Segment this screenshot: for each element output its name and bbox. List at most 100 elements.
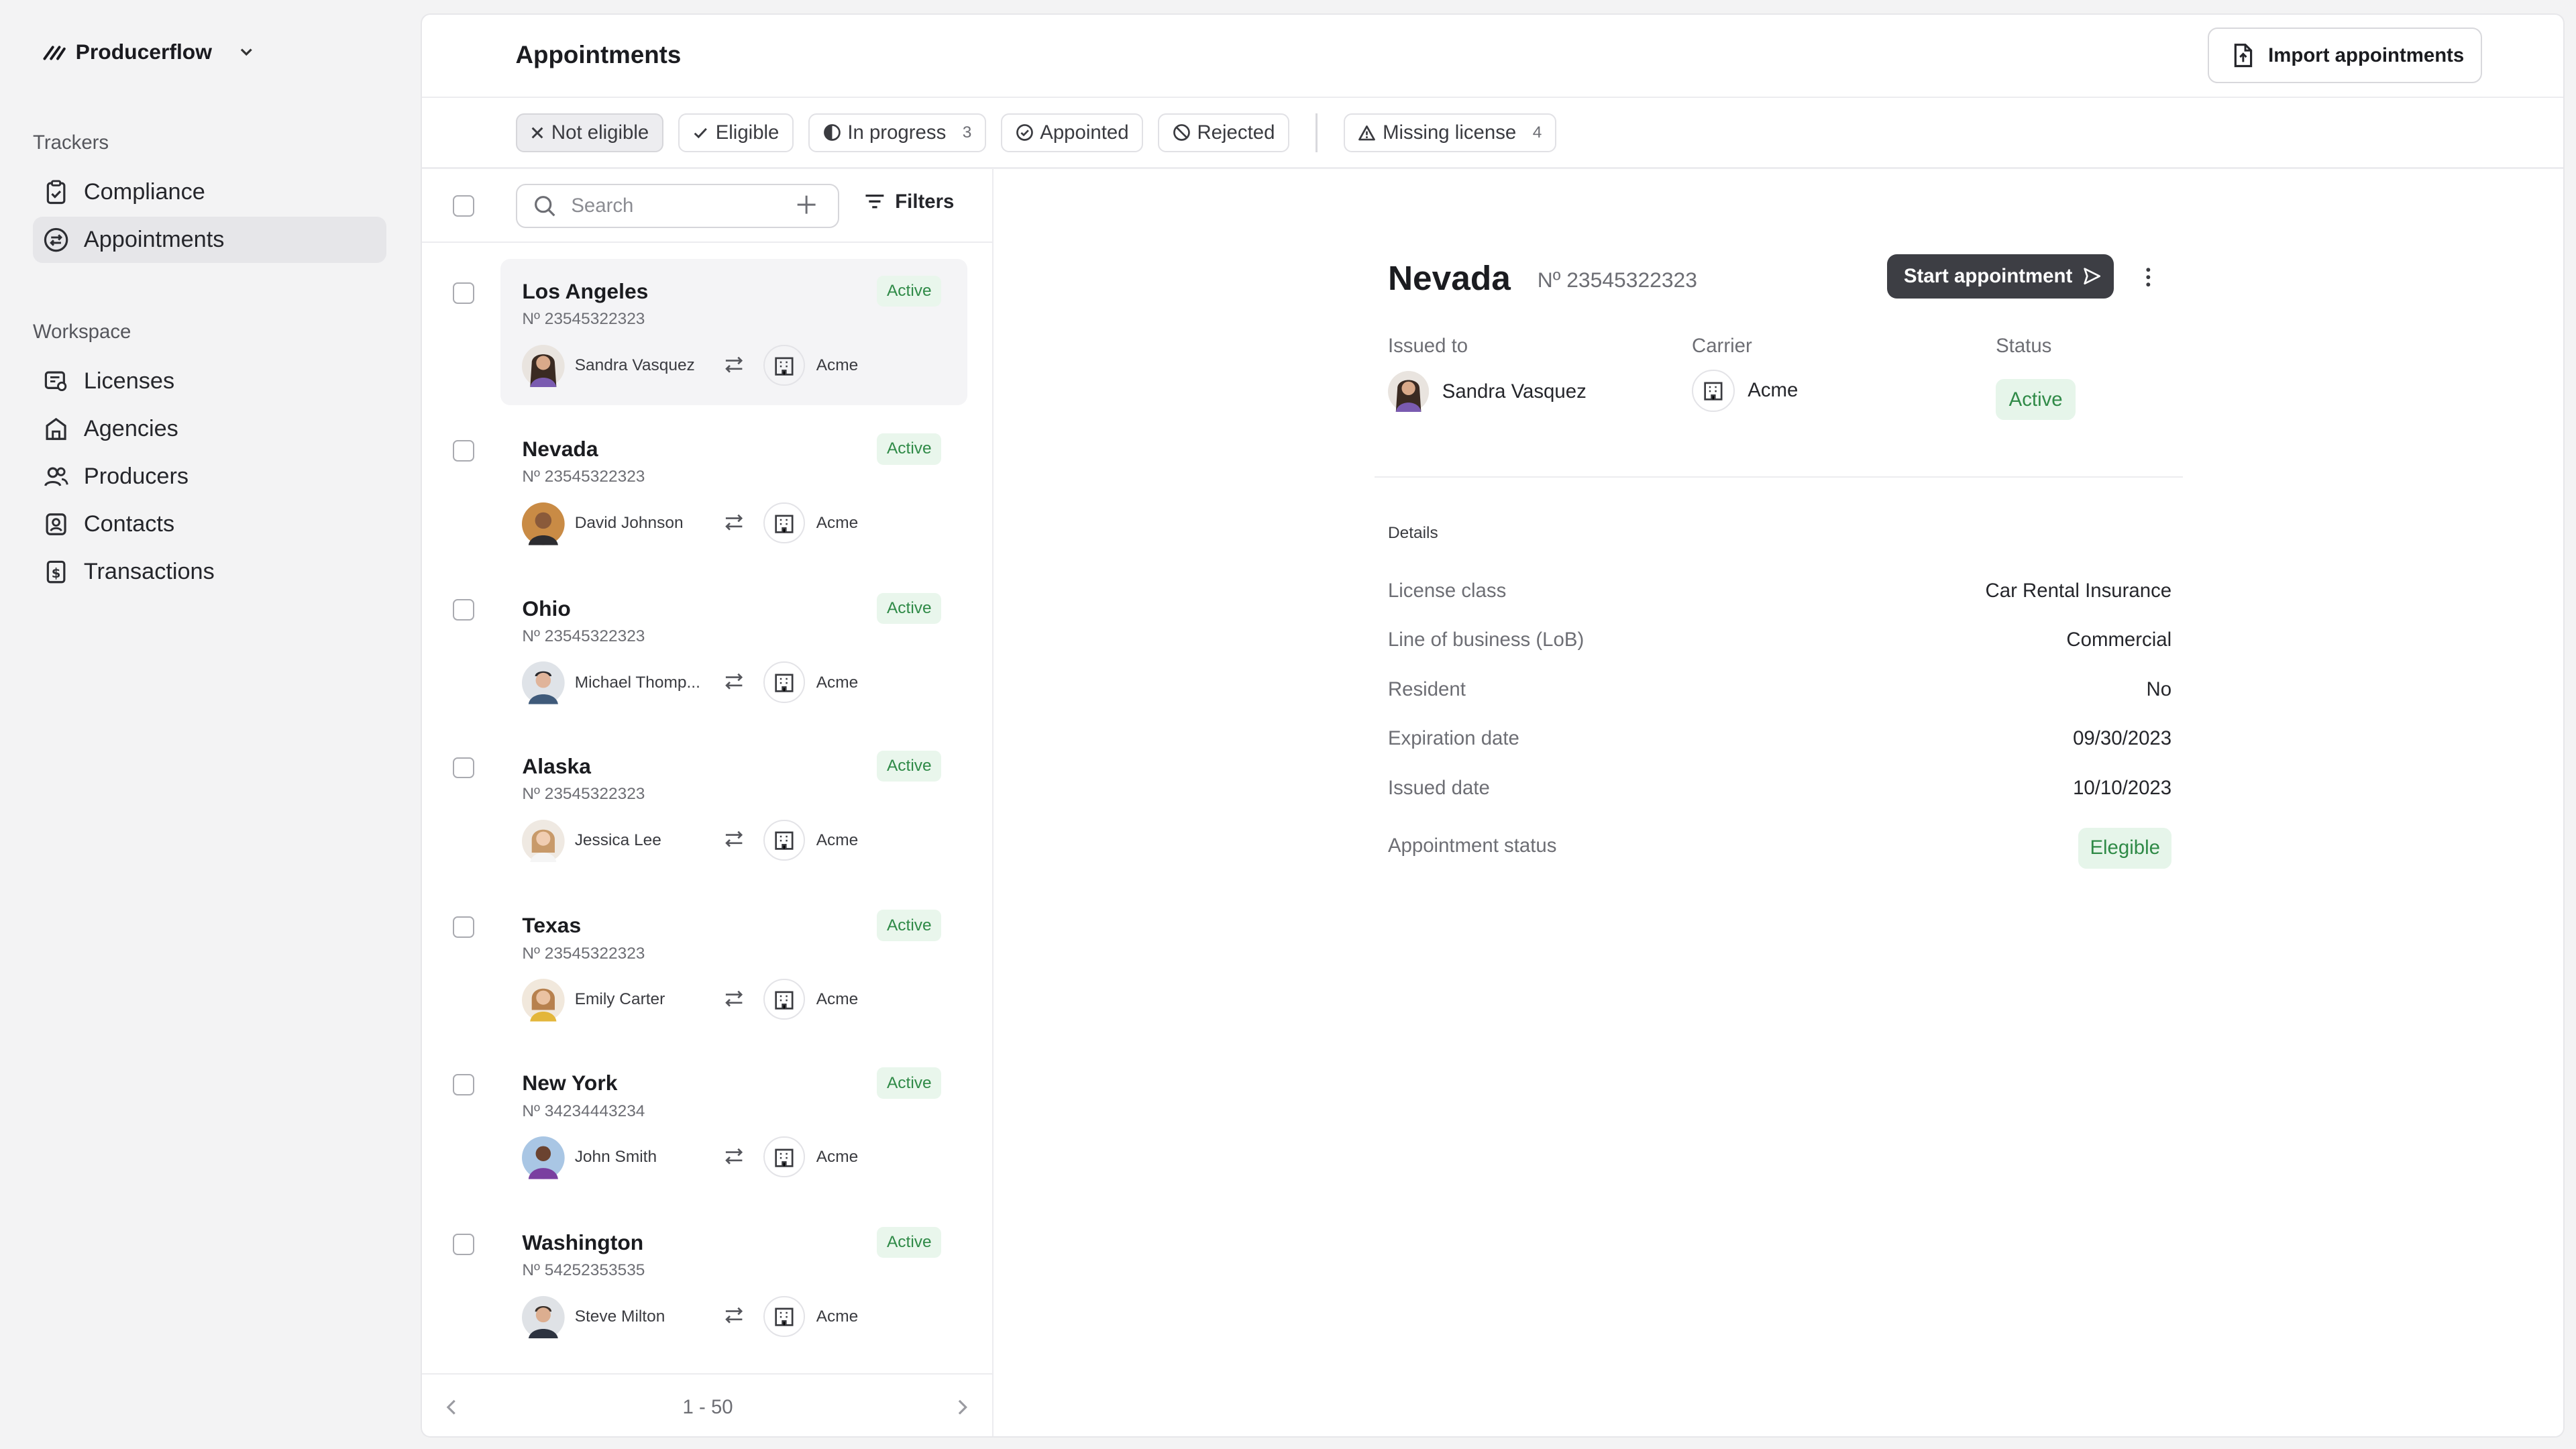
status-badge: Active bbox=[877, 750, 942, 782]
carrier-value[interactable]: Acme bbox=[1692, 369, 1798, 413]
select-all-checkbox[interactable] bbox=[453, 195, 475, 217]
carrier-avatar bbox=[763, 819, 805, 861]
sidebar-item-appointments[interactable]: Appointments bbox=[32, 217, 386, 263]
warning-icon bbox=[1358, 125, 1376, 141]
list-item[interactable]: New York Nº 34234443234 Active John Smit… bbox=[422, 1051, 994, 1199]
producer-name: Sandra Vasquez bbox=[574, 356, 695, 374]
producer-name: John Smith bbox=[574, 1148, 657, 1167]
row-title: Ohio bbox=[522, 596, 571, 621]
row-checkbox[interactable] bbox=[453, 282, 475, 304]
list-item[interactable]: Los Angeles Nº 23545322323 Active Sandra… bbox=[422, 259, 994, 407]
file-upload-icon bbox=[2234, 44, 2253, 68]
filters-button[interactable]: Filters bbox=[864, 191, 954, 213]
building-icon bbox=[775, 515, 794, 533]
status-badge: Active bbox=[877, 592, 942, 625]
chip-missing-license[interactable]: Missing license 4 bbox=[1343, 113, 1556, 153]
dollar-receipt-icon: $ bbox=[46, 560, 66, 583]
list-item[interactable]: Texas Nº 23545322323 Active Emily Carter… bbox=[422, 894, 994, 1041]
issued-to-person[interactable]: Sandra Vasquez bbox=[1387, 370, 1587, 413]
sidebar-item-producers[interactable]: Producers bbox=[33, 453, 386, 500]
row-checkbox[interactable] bbox=[453, 439, 475, 462]
carrier-name: Acme bbox=[816, 356, 859, 374]
sidebar-item-label: Licenses bbox=[83, 368, 175, 394]
list-item[interactable]: Washington Nº 54252353535 Active Steve M… bbox=[422, 1210, 994, 1358]
avatar bbox=[522, 661, 565, 705]
chevron-right-icon[interactable] bbox=[956, 1397, 969, 1417]
row-checkbox[interactable] bbox=[453, 757, 475, 779]
chip-appointed[interactable]: Appointed bbox=[1000, 113, 1144, 153]
chip-rejected[interactable]: Rejected bbox=[1158, 113, 1289, 153]
arrows-exchange-icon bbox=[725, 356, 743, 373]
list-item[interactable]: Ohio Nº 23545322323 Active Michael Thomp… bbox=[422, 576, 994, 724]
start-appointment-button[interactable]: Start appointment bbox=[1887, 254, 2114, 299]
status-badge: Active bbox=[877, 1067, 942, 1099]
carrier-name: Acme bbox=[816, 673, 859, 692]
import-button-label: Import appointments bbox=[2268, 44, 2465, 66]
list-item[interactable]: Alaska Nº 23545322323 Active Jessica Lee… bbox=[422, 734, 994, 881]
section-title-workspace: Workspace bbox=[32, 320, 131, 343]
start-button-label: Start appointment bbox=[1903, 265, 2073, 288]
row-number: Nº 23545322323 bbox=[522, 785, 645, 804]
row-checkbox[interactable] bbox=[453, 916, 475, 938]
chip-label: Appointed bbox=[1040, 121, 1129, 144]
status-badge: Active bbox=[877, 910, 942, 941]
row-number: Nº 54252353535 bbox=[522, 1261, 645, 1280]
sidebar-item-compliance[interactable]: Compliance bbox=[33, 169, 386, 215]
carrier-name: Acme bbox=[816, 990, 859, 1009]
row-number: Nº 34234443234 bbox=[522, 1102, 645, 1120]
detail-number: Nº 23545322323 bbox=[1537, 267, 1697, 292]
plus-icon[interactable] bbox=[795, 193, 818, 216]
chip-in-progress[interactable]: In progress 3 bbox=[808, 113, 986, 153]
status-badge: Active bbox=[877, 1226, 942, 1258]
carrier-name: Acme bbox=[816, 1148, 859, 1167]
chip-label: Rejected bbox=[1197, 121, 1275, 144]
chip-eligible[interactable]: Eligible bbox=[678, 113, 794, 153]
field-expiration-date: Expiration date 09/30/2023 bbox=[1388, 727, 2171, 757]
arrows-exchange-icon bbox=[725, 514, 743, 531]
row-checkbox[interactable] bbox=[453, 1074, 475, 1095]
search-input[interactable]: Search bbox=[515, 183, 839, 228]
building-icon bbox=[46, 417, 66, 440]
sidebar-item-agencies[interactable]: Agencies bbox=[33, 406, 386, 452]
avatar bbox=[522, 1136, 565, 1179]
building-icon bbox=[775, 357, 794, 376]
users-icon bbox=[44, 467, 68, 486]
carrier-avatar bbox=[763, 1136, 805, 1178]
building-icon bbox=[775, 674, 794, 692]
more-vertical-icon[interactable] bbox=[2143, 266, 2153, 288]
details-heading: Details bbox=[1387, 523, 1438, 542]
row-number: Nº 23545322323 bbox=[522, 944, 645, 963]
carrier-avatar bbox=[763, 979, 805, 1020]
row-title: New York bbox=[522, 1071, 618, 1095]
search-icon bbox=[535, 195, 555, 217]
chip-label: In progress bbox=[847, 121, 947, 144]
row-number: Nº 23545322323 bbox=[522, 468, 645, 486]
filter-lines-icon bbox=[865, 195, 884, 209]
row-checkbox[interactable] bbox=[453, 599, 475, 621]
arrows-exchange-icon bbox=[725, 990, 743, 1007]
avatar bbox=[522, 819, 565, 863]
arrows-exchange-icon bbox=[725, 830, 743, 847]
list-item[interactable]: Nevada Nº 23545322323 Active David Johns… bbox=[422, 417, 994, 565]
check-circle-icon bbox=[1016, 124, 1033, 142]
sidebar-item-contacts[interactable]: Contacts bbox=[33, 501, 386, 547]
issued-to-name: Sandra Vasquez bbox=[1442, 380, 1587, 402]
carrier-name: Acme bbox=[816, 1307, 859, 1326]
field-label: Appointment status bbox=[1387, 834, 1557, 857]
workspace-switcher[interactable]: Producerflow bbox=[43, 40, 255, 64]
field-label: Resident bbox=[1387, 678, 1466, 700]
row-checkbox[interactable] bbox=[453, 1233, 475, 1255]
sidebar-item-transactions[interactable]: $ Transactions bbox=[33, 549, 386, 595]
detail-divider bbox=[1375, 476, 2184, 478]
logo-icon bbox=[43, 45, 66, 60]
appointments-list: Search Filters Los Angeles Nº 2354532232… bbox=[421, 167, 994, 1436]
avatar bbox=[522, 502, 565, 545]
section-title-trackers: Trackers bbox=[32, 131, 109, 154]
sidebar-item-licenses[interactable]: Licenses bbox=[33, 358, 386, 405]
arrows-exchange-icon bbox=[725, 1307, 743, 1324]
import-appointments-button[interactable]: Import appointments bbox=[2208, 28, 2482, 84]
chip-not-eligible[interactable]: Not eligible bbox=[515, 113, 663, 153]
chip-divider bbox=[1316, 113, 1318, 153]
carrier-avatar bbox=[1692, 369, 1735, 413]
field-value: Commercial bbox=[2066, 629, 2172, 651]
